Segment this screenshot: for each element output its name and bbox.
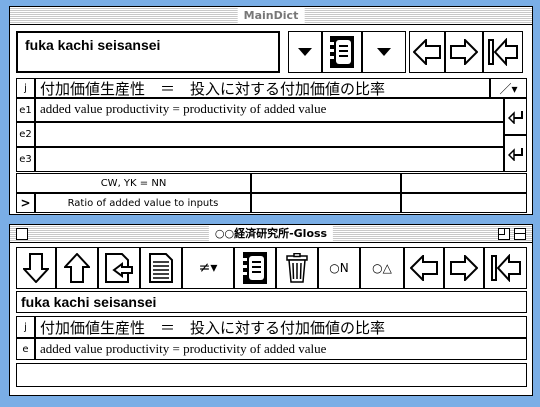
- export-document-icon: [105, 253, 133, 283]
- close-box-icon[interactable]: [16, 228, 28, 240]
- first-entry-button[interactable]: [484, 247, 527, 289]
- arrow-up-icon: [64, 253, 90, 283]
- forward-button[interactable]: [444, 247, 484, 289]
- gloss-english-field[interactable]: added value productivity = productivity …: [35, 338, 527, 360]
- arrow-right-icon: [450, 39, 478, 65]
- japanese-entry-field[interactable]: 付加価値生産性 ＝ 投入に対する付加価値の比率: [35, 78, 490, 98]
- return-arrow-icon: [507, 110, 523, 124]
- gloss-japanese-field[interactable]: 付加価値生産性 ＝ 投入に対する付加価値の比率: [35, 316, 527, 338]
- arrow-left-icon: [413, 39, 441, 65]
- dictionary-book-button[interactable]: [322, 31, 362, 73]
- back-button[interactable]: [409, 31, 445, 73]
- mark-triangle-button[interactable]: ○△: [360, 247, 404, 289]
- triangle-down-icon: [298, 48, 312, 56]
- row-label-e: e: [16, 338, 35, 360]
- main-dict-titlebar[interactable]: MainDict: [10, 7, 532, 25]
- note-field-top-right[interactable]: [401, 173, 527, 193]
- gloss-window: ○○経済研究所-Gloss ≠▾ ○N ○△ fuka kachi seisan…: [9, 224, 533, 396]
- row-label-e2: e2: [16, 122, 35, 147]
- main-query-text: fuka kachi seisansei: [25, 37, 161, 53]
- gloss-titlebar[interactable]: ○○経済研究所-Gloss: [10, 225, 532, 243]
- gloss-title: ○○経済研究所-Gloss: [208, 226, 334, 241]
- arrow-down-icon: [23, 253, 49, 283]
- mark-n-button[interactable]: ○N: [318, 247, 360, 289]
- next-down-button[interactable]: [16, 247, 56, 289]
- collapse-box-icon[interactable]: [514, 228, 526, 240]
- main-dict-window: MainDict fuka kachi seisansei j 付加価値生産性 …: [9, 6, 533, 215]
- triangle-down-icon: [377, 48, 391, 56]
- return-button-1[interactable]: [504, 98, 527, 135]
- document-view-button[interactable]: [140, 247, 182, 289]
- gloss-empty-field[interactable]: [16, 363, 527, 387]
- arrow-left-icon: [410, 255, 438, 281]
- document-lines-icon: [149, 253, 173, 283]
- return-button-2[interactable]: [504, 135, 527, 172]
- previous-up-button[interactable]: [56, 247, 98, 289]
- query-dropdown-button[interactable]: [288, 31, 322, 73]
- book-icon: [330, 36, 354, 68]
- english-entry-field-2[interactable]: [35, 122, 504, 147]
- dictionary-dropdown-button[interactable]: [362, 31, 406, 73]
- first-entry-button[interactable]: [483, 31, 523, 73]
- english-entry-field-3[interactable]: [35, 147, 504, 172]
- trash-icon: [286, 253, 308, 283]
- note-field-bottom-middle[interactable]: [251, 193, 401, 213]
- arrow-right-icon: [450, 255, 478, 281]
- slash-dropdown-button[interactable]: ／▾: [490, 78, 527, 98]
- grammar-code-field[interactable]: CW, YK = NN: [16, 173, 251, 193]
- row-label-j: j: [16, 316, 35, 338]
- english-entry-field-1[interactable]: added value productivity = productivity …: [35, 98, 504, 122]
- arrow-first-icon: [490, 254, 521, 282]
- zoom-box-icon[interactable]: [498, 228, 510, 240]
- description-field[interactable]: Ratio of added value to inputs: [35, 193, 251, 213]
- note-field-top-middle[interactable]: [251, 173, 401, 193]
- return-arrow-icon: [507, 147, 523, 161]
- gloss-query-field[interactable]: fuka kachi seisansei: [16, 291, 527, 313]
- trash-button[interactable]: [276, 247, 318, 289]
- row-label-e3: e3: [16, 147, 35, 172]
- back-button[interactable]: [404, 247, 444, 289]
- arrow-first-icon: [488, 38, 518, 66]
- row-label-e1: e1: [16, 98, 35, 122]
- not-equal-dropdown-button[interactable]: ≠▾: [182, 247, 234, 289]
- export-button[interactable]: [98, 247, 140, 289]
- expand-marker[interactable]: >: [16, 193, 35, 213]
- dictionary-book-button[interactable]: [234, 247, 276, 289]
- book-icon: [243, 252, 267, 284]
- row-label-j: j: [16, 78, 35, 98]
- main-dict-title: MainDict: [237, 8, 305, 23]
- main-query-field[interactable]: fuka kachi seisansei: [16, 31, 280, 73]
- forward-button[interactable]: [445, 31, 483, 73]
- note-field-bottom-right[interactable]: [401, 193, 527, 213]
